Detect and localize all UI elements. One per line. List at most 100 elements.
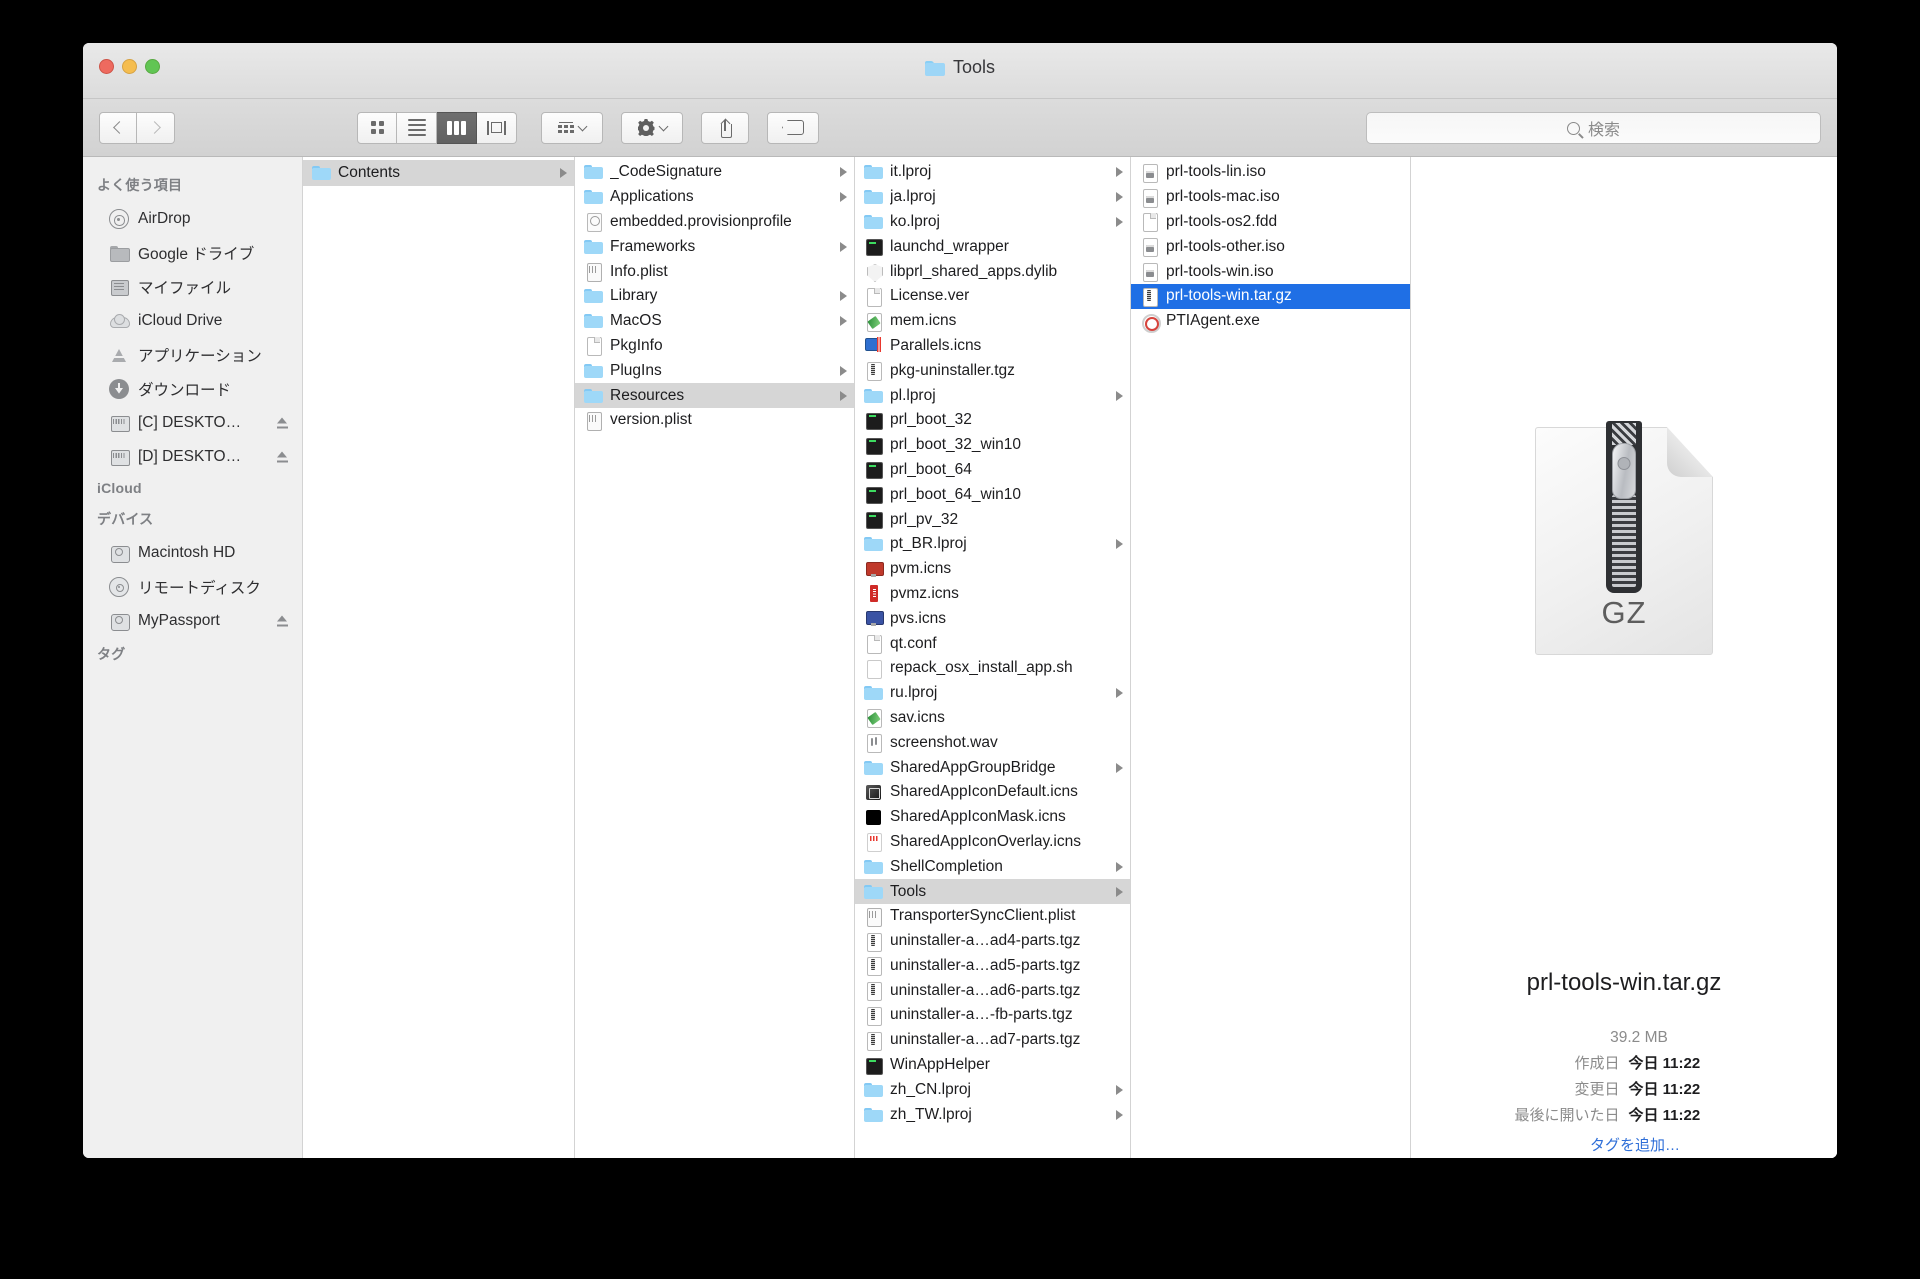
file-name: screenshot.wav	[890, 733, 998, 751]
column-view-button[interactable]	[437, 111, 477, 144]
icon-view-button[interactable]	[357, 111, 397, 144]
tags-button[interactable]	[767, 111, 819, 144]
file-row[interactable]: WinAppHelper	[855, 1053, 1130, 1078]
file-row[interactable]: prl-tools-other.iso	[1131, 234, 1410, 259]
search-field[interactable]: 検索	[1366, 112, 1821, 144]
file-row[interactable]: TransporterSyncClient.plist	[855, 904, 1130, 929]
sidebar-item-macintoshhd[interactable]: Macintosh HD	[83, 536, 302, 570]
file-row[interactable]: it.lproj	[855, 160, 1130, 185]
file-row[interactable]: Frameworks	[575, 234, 854, 259]
column-1[interactable]: Contents	[303, 157, 575, 1158]
file-row[interactable]: Tools	[855, 879, 1130, 904]
list-view-button[interactable]	[397, 111, 437, 144]
file-name: pvs.icns	[890, 609, 946, 627]
arrange-button[interactable]	[541, 111, 603, 144]
file-row[interactable]: prl_boot_32_win10	[855, 433, 1130, 458]
file-name: Resources	[610, 386, 685, 404]
file-row[interactable]: Parallels.icns	[855, 334, 1130, 359]
file-row[interactable]: prl-tools-win.tar.gz	[1131, 283, 1410, 309]
file-row[interactable]: prl-tools-win.iso	[1131, 259, 1410, 284]
file-row[interactable]: launchd_wrapper	[855, 234, 1130, 259]
file-row[interactable]: version.plist	[575, 408, 854, 433]
add-tags-row[interactable]: タグを追加…	[1411, 1134, 1837, 1155]
file-row[interactable]: pt_BR.lproj	[855, 532, 1130, 557]
zipper-top-teeth	[1612, 423, 1636, 445]
file-row[interactable]: prl-tools-lin.iso	[1131, 160, 1410, 185]
file-row[interactable]: prl-tools-os2.fdd	[1131, 210, 1410, 235]
column-2[interactable]: _CodeSignature Applications embedded.provi…	[575, 157, 855, 1158]
file-name: ru.lproj	[890, 684, 938, 702]
sidebar-item-マイファイル[interactable]: マイファイル	[83, 270, 302, 304]
column-3[interactable]: it.lproj ja.lproj ko.lproj launchd_wrapper l…	[855, 157, 1131, 1158]
forward-button[interactable]	[137, 111, 175, 144]
file-row[interactable]: pvmz.icns	[855, 582, 1130, 607]
file-row[interactable]: prl-tools-mac.iso	[1131, 185, 1410, 210]
cover-flow-view-button[interactable]	[477, 111, 517, 144]
file-row[interactable]: pvs.icns	[855, 606, 1130, 631]
file-row[interactable]: ko.lproj	[855, 210, 1130, 235]
file-row[interactable]: PkgInfo	[575, 334, 854, 359]
file-row[interactable]: PlugIns	[575, 358, 854, 383]
file-row[interactable]: uninstaller-a…ad7-parts.tgz	[855, 1028, 1130, 1053]
file-row[interactable]: zh_TW.lproj	[855, 1102, 1130, 1127]
file-row[interactable]: Library	[575, 284, 854, 309]
file-row[interactable]: SharedAppGroupBridge	[855, 755, 1130, 780]
add-tags-link[interactable]: タグを追加…	[1590, 1134, 1680, 1155]
sidebar[interactable]: よく使う項目 AirDrop Google ドライブ マイファイル iCloud Dri…	[83, 157, 303, 1158]
file-row[interactable]: screenshot.wav	[855, 730, 1130, 755]
file-row[interactable]: libprl_shared_apps.dylib	[855, 259, 1130, 284]
file-row[interactable]: PTIAgent.exe	[1131, 309, 1410, 334]
file-row[interactable]: ja.lproj	[855, 185, 1130, 210]
file-name: PTIAgent.exe	[1166, 312, 1260, 330]
column-4[interactable]: prl-tools-lin.iso prl-tools-mac.iso prl-to…	[1131, 157, 1411, 1158]
eject-icon[interactable]	[277, 417, 288, 429]
sidebar-item-アプリケーション[interactable]: アプリケーション	[83, 338, 302, 372]
file-row[interactable]: repack_osx_install_app.sh	[855, 656, 1130, 681]
file-row[interactable]: prl_boot_64_win10	[855, 482, 1130, 507]
file-row[interactable]: SharedAppIconMask.icns	[855, 805, 1130, 830]
file-row[interactable]: pl.lproj	[855, 383, 1130, 408]
file-row[interactable]: ru.lproj	[855, 681, 1130, 706]
sidebar-item-googleドライブ[interactable]: Google ドライブ	[83, 236, 302, 270]
share-button[interactable]	[701, 111, 749, 144]
file-name: ko.lproj	[890, 212, 940, 230]
file-row[interactable]: pkg-uninstaller.tgz	[855, 358, 1130, 383]
eject-icon[interactable]	[277, 615, 288, 627]
sidebar-item-iclouddrive[interactable]: iCloud Drive	[83, 304, 302, 338]
sidebar-item-リモートディスク[interactable]: リモートディスク	[83, 570, 302, 604]
file-row[interactable]: uninstaller-a…ad5-parts.tgz	[855, 954, 1130, 979]
file-row[interactable]: pvm.icns	[855, 557, 1130, 582]
sidebar-item-mypassport[interactable]: MyPassport	[83, 604, 302, 638]
file-row[interactable]: prl_boot_64	[855, 458, 1130, 483]
file-row[interactable]: prl_pv_32	[855, 507, 1130, 532]
grid-icon	[370, 121, 384, 134]
eject-icon[interactable]	[277, 451, 288, 463]
back-button[interactable]	[99, 111, 137, 144]
column-browser: Contents _CodeSignature Applications embed…	[303, 157, 1837, 1158]
file-row[interactable]: embedded.provisionprofile	[575, 210, 854, 235]
action-button[interactable]	[621, 111, 683, 144]
file-row[interactable]: zh_CN.lproj	[855, 1077, 1130, 1102]
sidebar-item-ddeskto[interactable]: [D] DESKTO…	[83, 440, 302, 474]
file-row[interactable]: SharedAppIconOverlay.icns	[855, 830, 1130, 855]
file-row[interactable]: sav.icns	[855, 706, 1130, 731]
file-row[interactable]: prl_boot_32	[855, 408, 1130, 433]
file-row[interactable]: mem.icns	[855, 309, 1130, 334]
file-row[interactable]: SharedAppIconDefault.icns	[855, 780, 1130, 805]
file-row[interactable]: Info.plist	[575, 259, 854, 284]
file-row[interactable]: uninstaller-a…ad6-parts.tgz	[855, 978, 1130, 1003]
file-row[interactable]: qt.conf	[855, 631, 1130, 656]
sidebar-item-cdeskto[interactable]: [C] DESKTO…	[83, 406, 302, 440]
file-row[interactable]: Resources	[575, 383, 854, 408]
file-row[interactable]: MacOS	[575, 309, 854, 334]
file-row[interactable]: uninstaller-a…-fb-parts.tgz	[855, 1003, 1130, 1028]
file-row[interactable]: Contents	[303, 160, 574, 186]
sidebar-item-ダウンロード[interactable]: ダウンロード	[83, 372, 302, 406]
file-row[interactable]: Applications	[575, 185, 854, 210]
file-row[interactable]: uninstaller-a…ad4-parts.tgz	[855, 929, 1130, 954]
file-row[interactable]: License.ver	[855, 284, 1130, 309]
file-row[interactable]: ShellCompletion	[855, 854, 1130, 879]
sidebar-item-airdrop[interactable]: AirDrop	[83, 202, 302, 236]
file-row[interactable]: _CodeSignature	[575, 160, 854, 185]
iso-icon	[1140, 262, 1159, 283]
